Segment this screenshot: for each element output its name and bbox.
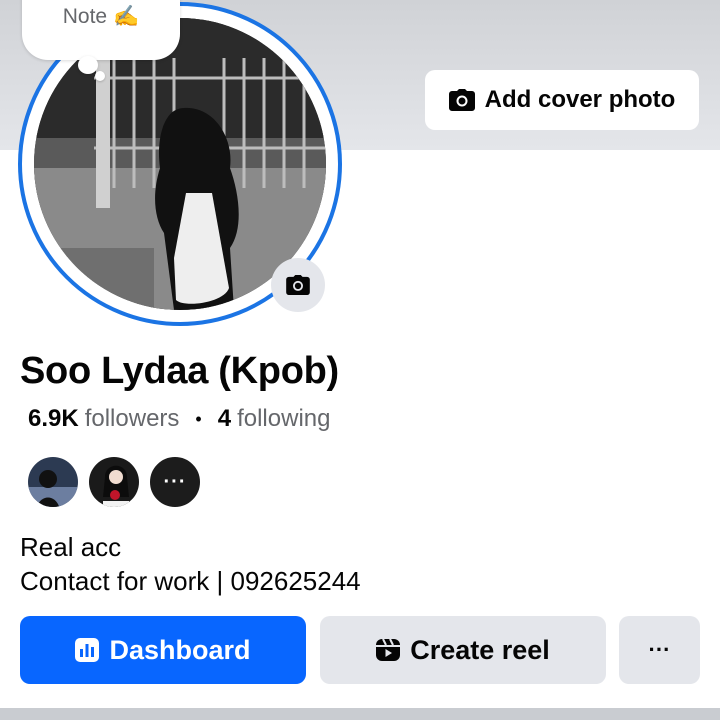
friend-avatar[interactable] <box>87 455 141 509</box>
camera-icon <box>448 89 475 111</box>
note-bubble-tail-small <box>95 71 105 81</box>
following-label[interactable]: following <box>237 405 330 433</box>
add-cover-photo-button[interactable]: Add cover photo <box>425 70 699 130</box>
add-cover-photo-label: Add cover photo <box>484 86 676 113</box>
profile-name: Soo Lydaa (Kpob) <box>20 350 339 392</box>
stats-separator: • <box>195 408 202 429</box>
camera-icon <box>286 275 310 295</box>
friend-photo-image <box>28 457 78 507</box>
dashboard-button[interactable]: Dashboard <box>20 616 306 684</box>
friend-photo-image <box>89 457 139 507</box>
change-profile-picture-button[interactable] <box>271 258 325 312</box>
friend-avatars: ··· <box>26 455 202 509</box>
create-reel-label: Create reel <box>410 634 550 665</box>
note-bubble[interactable]: Note ✍️ <box>22 0 180 60</box>
more-friends-button[interactable]: ··· <box>148 455 202 509</box>
followers-label[interactable]: followers <box>85 405 180 433</box>
more-friends-label: ··· <box>163 470 187 493</box>
followers-count[interactable]: 6.9K <box>28 405 79 433</box>
dashboard-icon <box>75 638 100 662</box>
section-divider <box>0 708 720 720</box>
dashboard-label: Dashboard <box>109 634 251 665</box>
following-count[interactable]: 4 <box>218 405 231 433</box>
bio-line: Real acc <box>20 532 122 562</box>
friend-avatar[interactable] <box>26 455 80 509</box>
profile-bio: Real acc Contact for work | 092625244 <box>20 530 361 598</box>
more-options-button[interactable]: ··· <box>619 616 700 684</box>
reel-icon <box>376 638 401 661</box>
follow-stats: 6.9K followers • 4 following <box>28 405 330 433</box>
note-label: Note <box>62 5 108 28</box>
bio-line: Contact for work | 092625244 <box>20 566 361 596</box>
create-reel-button[interactable]: Create reel <box>320 616 606 684</box>
note-bubble-tail <box>78 56 98 74</box>
writing-hand-icon: ✍️ <box>113 5 140 28</box>
more-options-icon: ··· <box>648 637 671 662</box>
